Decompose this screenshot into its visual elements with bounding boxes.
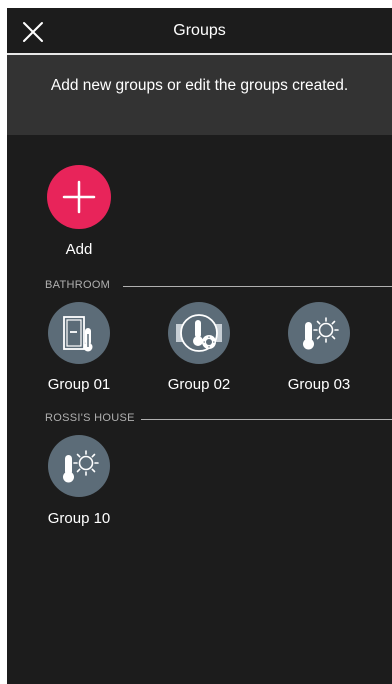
window-thermostat-icon [63, 316, 93, 352]
group-tile-group-03[interactable] [288, 302, 350, 364]
plus-icon [62, 180, 96, 214]
shutter-thermostat-icon [176, 314, 222, 352]
group-label: Group 01 [47, 376, 111, 393]
page-title: Groups [173, 22, 226, 39]
group-label: Group 02 [167, 376, 231, 393]
info-text: Add new groups or edit the groups create… [50, 77, 349, 94]
section-title: BATHROOM [45, 279, 117, 291]
header-bar: Groups [7, 8, 392, 55]
add-label: Add [65, 241, 93, 258]
info-banner: Add new groups or edit the groups create… [7, 55, 392, 135]
thermostat-sun-icon [303, 317, 339, 350]
groups-screen: Groups Add new groups or edit the groups… [7, 8, 392, 684]
section-divider [140, 419, 392, 420]
group-tile-group-02[interactable] [168, 302, 230, 364]
section-header-bathroom: BATHROOM [45, 279, 392, 293]
section-divider [123, 286, 392, 287]
group-label: Group 03 [287, 376, 351, 393]
add-group-button[interactable] [47, 165, 111, 229]
section-header-rossis-house: ROSSI'S HOUSE [45, 412, 392, 426]
group-tile-group-10[interactable] [48, 435, 110, 497]
thermostat-sun-icon [63, 450, 99, 483]
group-label: Group 10 [47, 510, 111, 527]
section-title: ROSSI'S HOUSE [45, 412, 141, 424]
group-tile-group-01[interactable] [48, 302, 110, 364]
